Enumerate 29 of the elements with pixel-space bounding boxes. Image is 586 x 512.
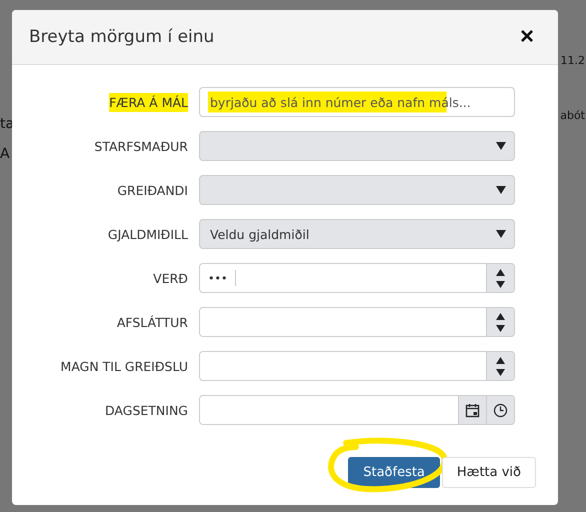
select-field[interactable] — [199, 131, 515, 161]
dropdown-caret-icon — [496, 186, 506, 194]
background-text: abót — [560, 109, 585, 122]
field-label: MAGN TIL GREIÐSLU — [60, 358, 188, 376]
number-field[interactable] — [199, 351, 515, 381]
number-field[interactable] — [199, 307, 515, 337]
spinner-buttons[interactable] — [486, 352, 514, 380]
date-field[interactable] — [199, 395, 515, 425]
number-field[interactable]: ••• — [199, 263, 515, 293]
select-field[interactable]: Veldu gjaldmiðil — [199, 219, 515, 249]
field-label: DAGSETNING — [105, 402, 188, 420]
field-label: GREIÐANDI — [117, 182, 188, 200]
field-label: VERÐ — [153, 270, 188, 288]
field-label: GJALDMIÐILL — [108, 226, 188, 244]
field-label: FÆRA Á MÁL — [109, 92, 188, 112]
dialog-title: Breyta mörgum í einu — [29, 27, 214, 47]
cancel-button[interactable]: Hætta við — [442, 457, 536, 488]
background-text: A — [0, 146, 11, 162]
field-label: STARFSMAÐUR — [94, 138, 188, 156]
dropdown-caret-icon — [496, 230, 506, 238]
spinner-buttons[interactable] — [486, 308, 514, 336]
select-field[interactable] — [199, 175, 515, 205]
spinner-buttons[interactable] — [486, 264, 514, 292]
clock-icon[interactable] — [493, 402, 508, 418]
field-label: AFSLÁTTUR — [116, 314, 188, 332]
dropdown-caret-icon — [496, 142, 506, 150]
calendar-icon[interactable] — [465, 402, 480, 418]
background-text: 11.2 — [560, 54, 585, 67]
close-button[interactable]: × — [516, 25, 538, 49]
